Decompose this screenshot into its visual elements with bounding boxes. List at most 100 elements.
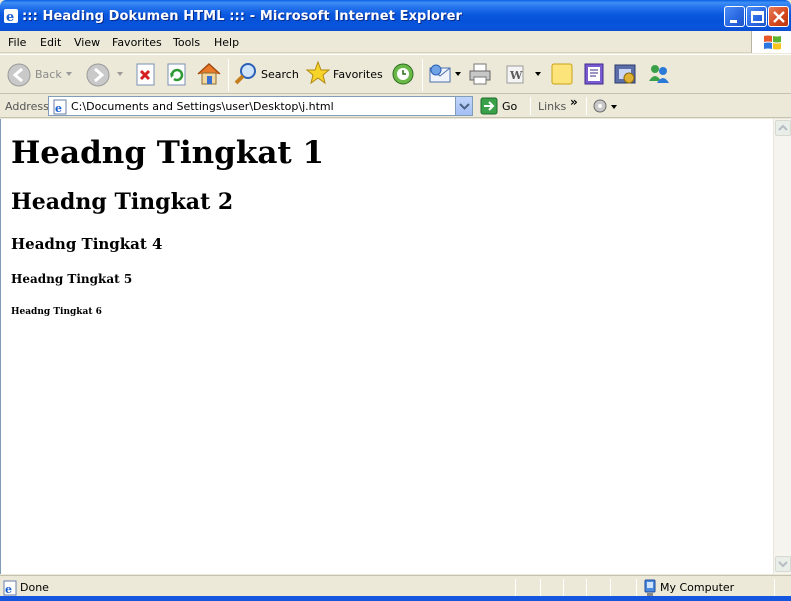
favorites-star-icon [305,60,331,85]
status-separator [540,579,541,597]
discuss-button[interactable] [550,61,576,90]
window-title: ::: Heading Dokumen HTML ::: - Microsoft… [22,9,462,24]
toolbar-separator [228,59,229,91]
close-button[interactable] [768,6,789,27]
research-button[interactable] [581,61,607,90]
stop-button[interactable] [134,62,158,91]
forward-dropdown-icon[interactable] [117,72,125,78]
vertical-scrollbar[interactable] [773,119,791,574]
standard-toolbar: Back Search Favorites W [0,54,791,94]
page-icon: e [53,99,67,115]
menu-file[interactable]: File [8,36,26,49]
search-button[interactable] [233,61,259,90]
windows-flag-icon [764,35,781,50]
search-label[interactable]: Search [261,68,299,81]
minimize-icon [730,20,737,23]
toolbar-separator [422,59,423,91]
chevron-down-icon [778,561,788,568]
heading-5: Headng Tingkat 5 [11,272,133,286]
svg-text:e: e [5,583,12,596]
menu-help[interactable]: Help [214,36,239,49]
favorites-label[interactable]: Favorites [333,68,383,81]
mail-button[interactable] [428,61,454,90]
history-button[interactable] [389,61,415,90]
window-bottom-frame [0,596,791,601]
history-clock-icon [392,63,414,85]
go-arrow-icon [480,97,498,115]
security-zone-text: My Computer [660,581,735,594]
status-text: Done [20,581,49,594]
search-icon [234,63,256,85]
address-label: Address [5,100,49,113]
menu-view[interactable]: View [74,36,100,49]
go-button[interactable] [480,97,498,118]
links-label[interactable]: Links [538,100,566,113]
favorites-button[interactable] [305,60,331,89]
address-dropdown-button[interactable] [455,97,472,115]
edit-dropdown-icon[interactable] [535,72,543,78]
research-book-icon [584,63,604,85]
mail-dropdown-icon[interactable] [455,72,463,78]
scroll-down-button[interactable] [775,556,791,572]
title-bar[interactable]: e ::: Heading Dokumen HTML ::: - Microso… [0,0,791,31]
windows-logo-throbber [751,31,791,53]
heading-6: Headng Tingkat 6 [11,307,102,317]
scroll-up-button[interactable] [775,120,791,136]
print-button[interactable] [467,61,493,90]
heading-2: Headng Tingkat 2 [11,189,234,215]
links-chevron-icon[interactable]: » [570,95,578,109]
gear-dropdown-icon [593,99,617,113]
my-computer-icon [644,579,656,596]
forward-button[interactable] [85,62,111,91]
address-url: C:\Documents and Settings\user\Desktop\j… [71,100,334,113]
page-content[interactable]: Headng Tingkat 1 Headng Tingkat 2 Headng… [0,119,773,574]
heading-1: Headng Tingkat 1 [11,135,325,171]
messenger-button[interactable] [645,61,673,90]
page-done-icon: e [3,580,17,596]
refresh-icon [167,63,186,86]
svg-text:e: e [55,102,62,115]
edit-button[interactable]: W [504,62,528,89]
word-edit-icon: W [506,65,524,84]
back-label: Back [35,68,62,81]
status-separator [610,579,611,597]
refresh-button[interactable] [165,62,189,91]
addressbar-separator [530,97,531,115]
printer-icon [469,63,491,85]
back-button[interactable] [6,62,32,91]
menu-tools[interactable]: Tools [173,36,200,49]
go-label[interactable]: Go [502,100,517,113]
ie-logo-icon[interactable]: e [3,8,19,25]
media-button[interactable] [612,61,638,90]
messenger-buddy-icon [649,65,669,83]
status-separator [515,579,516,597]
home-button[interactable] [196,61,222,90]
address-bar: Address e C:\Documents and Settings\user… [0,95,791,118]
svg-text:W: W [509,69,523,82]
maximize-icon [751,11,764,23]
svg-text:e: e [6,10,14,24]
close-icon [773,11,785,23]
menu-edit[interactable]: Edit [40,36,61,49]
mail-envelope-icon [429,64,451,83]
discuss-note-icon [551,63,573,85]
status-separator [563,579,564,597]
status-separator [586,579,587,597]
chevron-down-icon [459,103,470,110]
chevron-up-icon [778,124,788,131]
forward-arrow-icon [86,63,110,87]
stop-icon [136,63,155,86]
minimize-button[interactable] [724,6,745,27]
maximize-button[interactable] [746,6,767,27]
media-film-icon [614,64,636,84]
menu-favorites[interactable]: Favorites [112,36,162,49]
address-input[interactable]: e C:\Documents and Settings\user\Desktop… [48,96,473,116]
back-arrow-icon [7,63,31,87]
menu-bar: File Edit View Favorites Tools Help [0,31,791,53]
status-separator [774,579,775,597]
back-dropdown-icon[interactable] [66,72,74,78]
addressbar-separator [586,97,587,115]
heading-4: Headng Tingkat 4 [11,235,163,253]
home-icon [197,62,221,85]
toolbar-extension-button[interactable] [592,98,620,118]
